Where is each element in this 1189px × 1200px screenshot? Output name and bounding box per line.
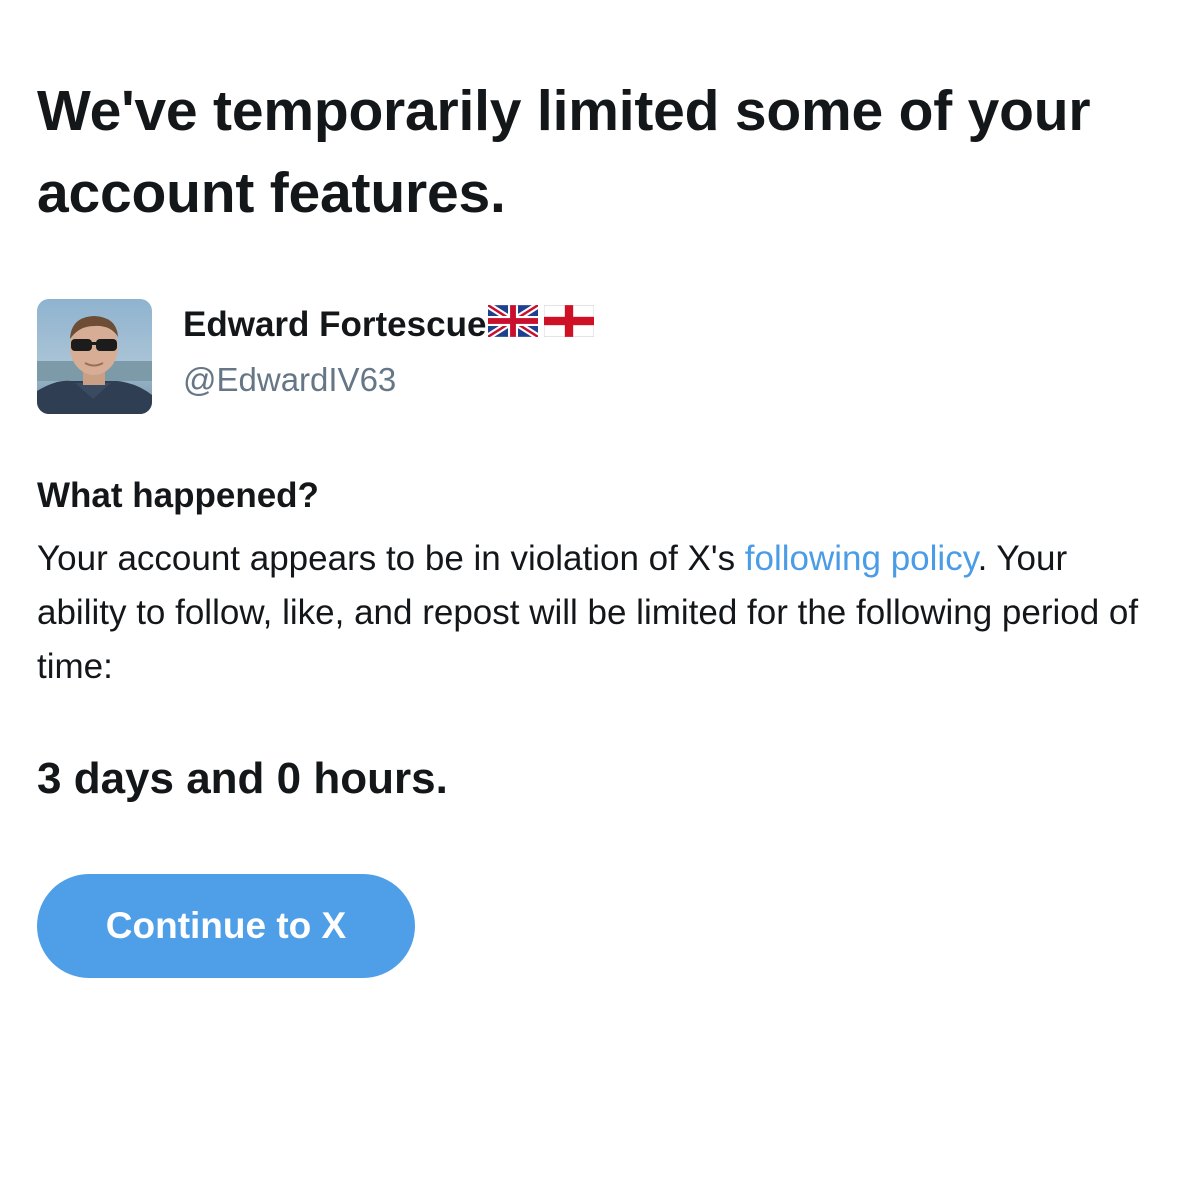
what-happened-heading: What happened?: [37, 476, 319, 515]
avatar: [37, 299, 152, 414]
display-name: Edward Fortescue: [183, 305, 487, 344]
restriction-duration: 3 days and 0 hours.: [37, 754, 448, 803]
continue-button[interactable]: Continue to X: [37, 874, 415, 978]
violation-description: Your account appears to be in violation …: [37, 532, 1147, 694]
account-card: Edward Fortescue @EdwardIV63: [37, 299, 1147, 414]
uk-flag-icon: [486, 301, 541, 346]
flag-emojis: [486, 301, 600, 346]
following-policy-link[interactable]: following policy: [745, 539, 978, 578]
account-handle: @EdwardIV63: [183, 361, 397, 398]
account-info: Edward Fortescue @EdwardIV63: [183, 299, 600, 399]
display-name-row: Edward Fortescue: [183, 301, 600, 347]
page-title: We've temporarily limited some of your a…: [37, 79, 1091, 225]
description-text-start: Your account appears to be in violation …: [37, 539, 745, 578]
england-flag-icon: [544, 304, 595, 346]
limited-account-notice: We've temporarily limited some of your a…: [37, 70, 1147, 978]
